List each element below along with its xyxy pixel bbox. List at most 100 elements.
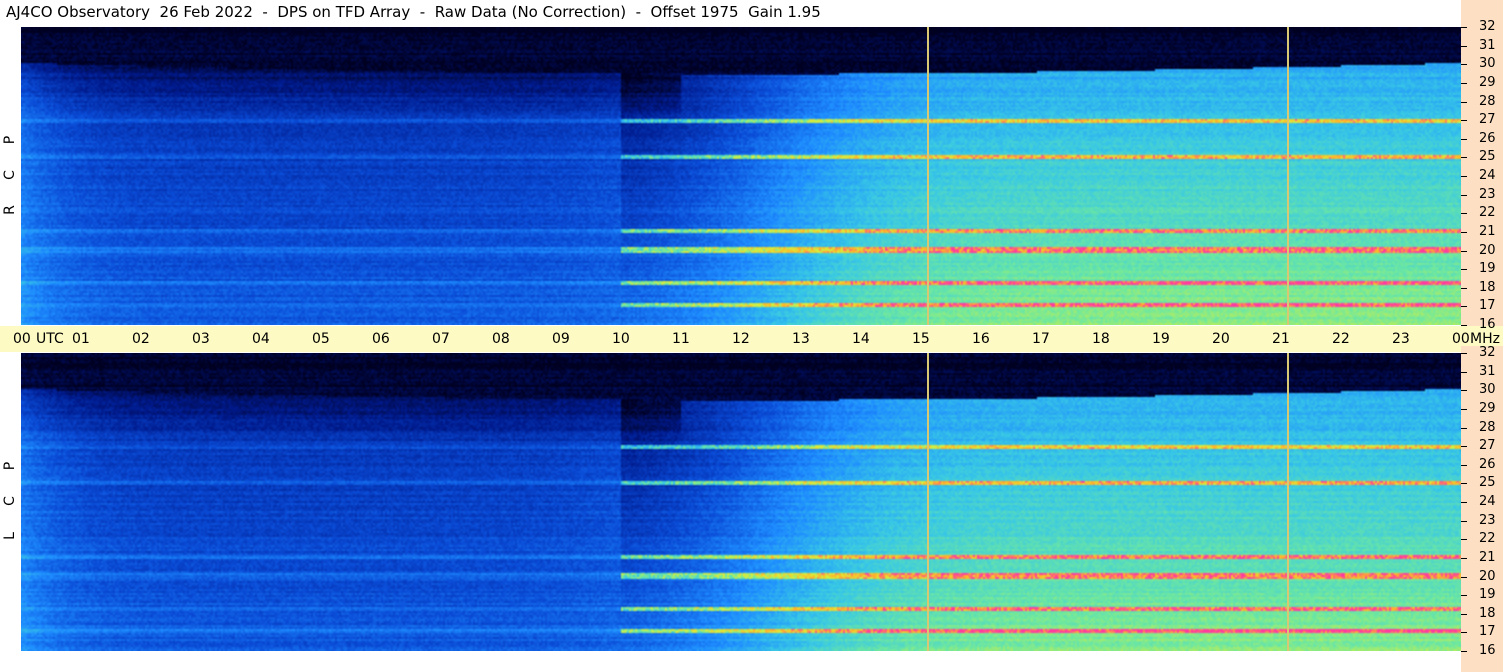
utc-tick-label: 13 <box>792 331 810 347</box>
freq-tick-label: 31 <box>1479 37 1496 53</box>
rcp-letter-2: C <box>2 170 18 180</box>
freq-tick-label: 28 <box>1479 93 1496 109</box>
utc-tick-label: 16 <box>972 331 990 347</box>
lcp-letter-2: C <box>2 496 18 506</box>
rcp-letter-3: R <box>2 205 18 215</box>
utc-tick-label: 00 <box>13 331 31 347</box>
freq-tick <box>1461 231 1467 233</box>
lcp-spectrogram <box>21 353 1461 651</box>
utc-tick-label: 18 <box>1092 331 1110 347</box>
data-gap-line <box>927 353 929 651</box>
freq-tick <box>1461 176 1467 177</box>
utc-tick-label: 08 <box>492 331 510 347</box>
freq-tick-label: 23 <box>1479 512 1496 528</box>
freq-tick <box>1461 120 1467 122</box>
freq-tick-label: 29 <box>1479 400 1496 416</box>
freq-tick <box>1461 138 1467 140</box>
utc-tick-label: 22 <box>1332 331 1350 347</box>
utc-tick-label: 01 <box>72 331 90 347</box>
freq-tick-label: 31 <box>1479 363 1496 379</box>
freq-tick-label: 24 <box>1479 494 1496 509</box>
freq-tick-label: 17 <box>1479 624 1496 640</box>
rcp-label: P C R <box>2 27 18 325</box>
utc-tick-label: 15 <box>912 331 930 347</box>
freq-tick-label: 32 <box>1479 19 1496 34</box>
freq-tick-label: 16 <box>1479 317 1496 332</box>
freq-tick <box>1461 82 1467 84</box>
utc-axis-label: UTC <box>36 331 64 347</box>
utc-tick-label: 04 <box>252 331 270 347</box>
data-gap-line <box>1287 353 1289 651</box>
freq-tick-label: 29 <box>1479 74 1496 90</box>
utc-tick-label: 23 <box>1392 331 1410 347</box>
lcp-spectrogram-canvas <box>21 353 1461 651</box>
data-gap-line <box>1287 27 1289 325</box>
freq-tick-label: 18 <box>1479 605 1496 621</box>
utc-tick-label: 05 <box>312 331 330 347</box>
freq-tick <box>1461 269 1467 271</box>
freq-tick-label: 17 <box>1479 298 1496 314</box>
freq-tick <box>1461 539 1467 541</box>
rcp-frequency-axis: 32 31 30 29 28 27 26 25 24 23 22 21 20 19 18 17 16 <box>1461 0 1503 332</box>
freq-tick <box>1461 213 1467 215</box>
freq-tick-label: 25 <box>1479 149 1496 165</box>
utc-tick-label: 20 <box>1212 331 1230 347</box>
freq-tick <box>1461 64 1467 66</box>
freq-tick <box>1461 101 1467 103</box>
freq-tick-label: 28 <box>1479 419 1496 435</box>
freq-tick <box>1461 595 1467 597</box>
freq-tick <box>1461 390 1467 392</box>
freq-tick <box>1461 427 1467 429</box>
freq-tick <box>1461 27 1467 28</box>
utc-tick-label: 12 <box>732 331 750 347</box>
freq-tick <box>1461 557 1467 559</box>
utc-tick-label: 21 <box>1272 331 1290 347</box>
utc-tick-label: 19 <box>1152 331 1170 347</box>
freq-tick-label: 26 <box>1479 456 1496 472</box>
rcp-spectrogram-canvas <box>21 27 1461 325</box>
freq-tick-label: 30 <box>1479 382 1496 398</box>
freq-tick-label: 30 <box>1479 56 1496 72</box>
freq-tick-label: 32 <box>1479 345 1496 360</box>
freq-tick-label: 19 <box>1479 261 1496 277</box>
freq-tick <box>1461 613 1467 615</box>
freq-tick-label: 25 <box>1479 475 1496 491</box>
lcp-frequency-axis: 32 31 30 29 28 27 26 25 24 23 22 21 20 19 18 17 16 <box>1461 345 1503 672</box>
lcp-label: P C L <box>2 353 18 651</box>
freq-tick-label: 24 <box>1479 168 1496 183</box>
rcp-letter-1: P <box>2 135 18 145</box>
utc-tick-label: 00 <box>1452 331 1470 347</box>
utc-time-axis: 00 01 02 03 04 05 06 07 08 09 10 11 12 13 14 15 16 17 18 19… <box>0 326 1503 352</box>
utc-tick-label: 11 <box>672 331 690 347</box>
freq-tick-label: 19 <box>1479 587 1496 603</box>
freq-tick <box>1461 353 1467 354</box>
freq-tick-label: 16 <box>1479 643 1496 658</box>
page-title: AJ4CO Observatory 26 Feb 2022 - DPS on T… <box>6 3 821 21</box>
freq-tick-label: 21 <box>1479 549 1496 565</box>
lcp-letter-1: P <box>2 461 18 471</box>
freq-tick <box>1461 287 1467 289</box>
utc-tick-label: 03 <box>192 331 210 347</box>
freq-tick-label: 26 <box>1479 130 1496 146</box>
freq-tick <box>1461 325 1467 326</box>
freq-tick-label: 21 <box>1479 223 1496 239</box>
utc-tick-label: 02 <box>132 331 150 347</box>
freq-tick-label: 20 <box>1479 568 1496 584</box>
lcp-letter-3: L <box>2 532 18 540</box>
freq-tick <box>1461 576 1467 578</box>
rcp-spectrogram <box>21 27 1461 325</box>
freq-tick <box>1461 306 1467 308</box>
freq-tick-label: 23 <box>1479 186 1496 202</box>
freq-tick <box>1461 446 1467 448</box>
freq-tick <box>1461 371 1467 373</box>
freq-tick <box>1461 45 1467 47</box>
freq-tick <box>1461 250 1467 252</box>
freq-tick-label: 22 <box>1479 205 1496 221</box>
freq-tick <box>1461 632 1467 634</box>
freq-tick <box>1461 194 1467 196</box>
freq-tick-label: 27 <box>1479 438 1496 454</box>
data-gap-line <box>927 27 929 325</box>
freq-tick <box>1461 502 1467 503</box>
utc-tick-label: 09 <box>552 331 570 347</box>
freq-tick-label: 27 <box>1479 112 1496 128</box>
